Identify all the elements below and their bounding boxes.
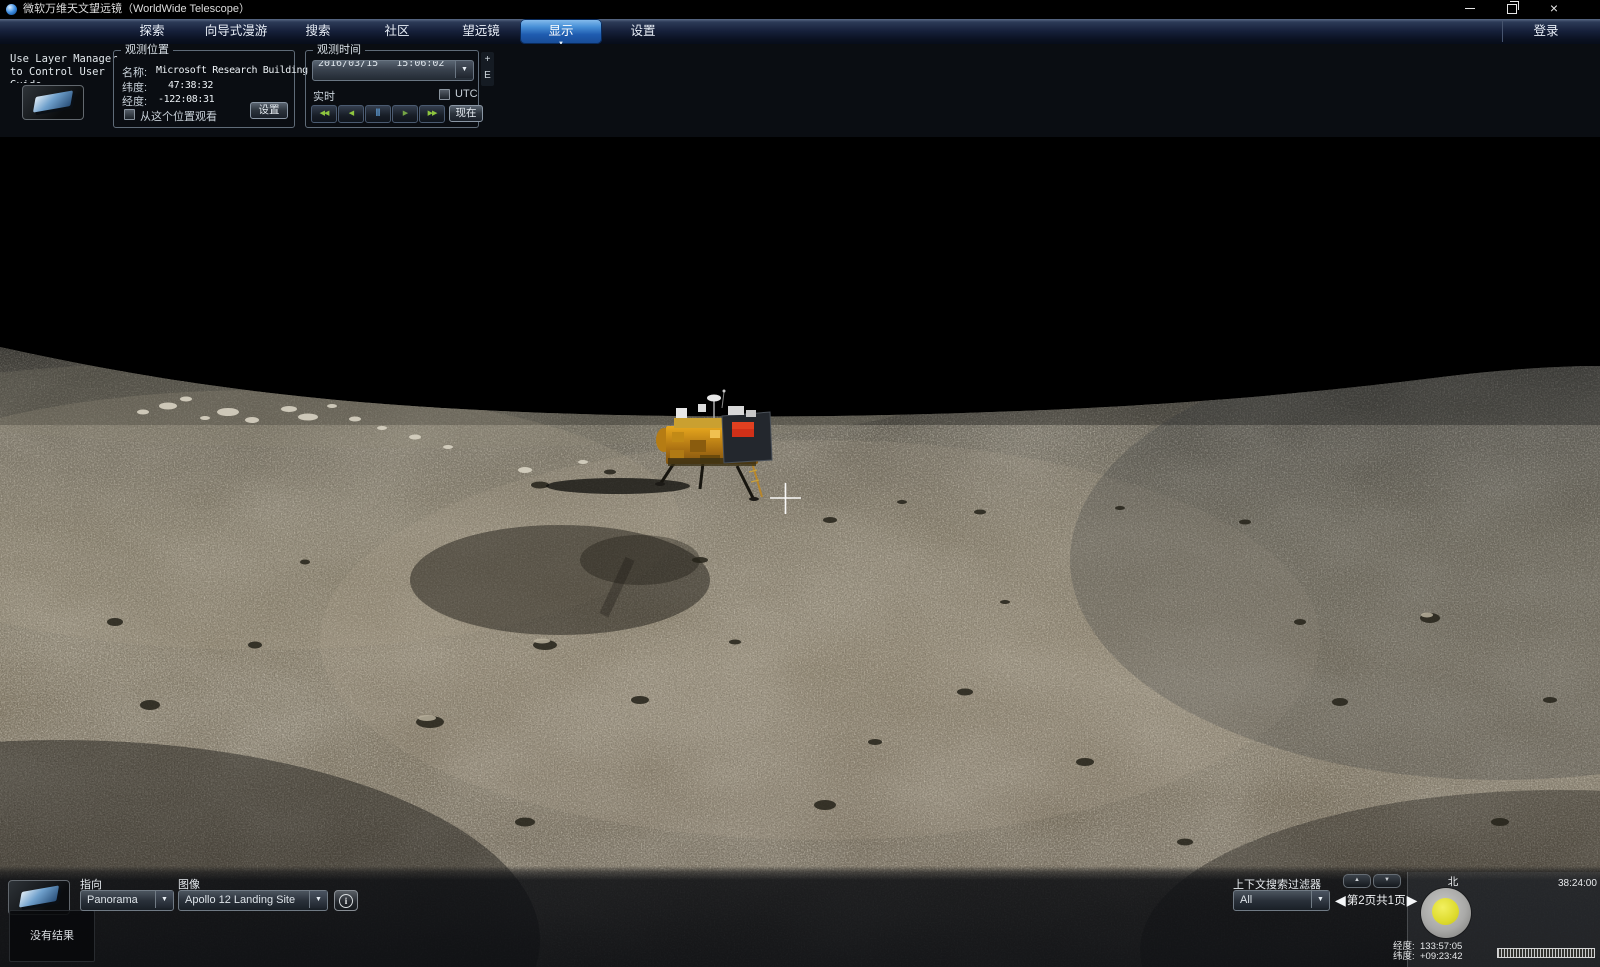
observing-location-title: 观测位置 <box>121 44 173 56</box>
name-label: 名称: <box>122 64 147 80</box>
tab-settings[interactable]: 设置 <box>620 19 666 44</box>
tab-view-label: 显示 <box>548 24 573 38</box>
minimize-button[interactable] <box>1452 0 1488 17</box>
observing-location-group: 观测位置 名称: Microsoft Research Building 纬度:… <box>113 50 295 128</box>
north-label: 北 <box>1444 874 1462 889</box>
cursor-lat-value: +09:23:42 <box>1420 951 1463 962</box>
status-bar: 没有结果 指向 Panorama ▼ 图像 Apollo 12 Landing … <box>0 866 1600 967</box>
latitude-value: 47:38:32 <box>168 80 213 91</box>
next-page-icon[interactable]: ▶ <box>1407 891 1418 909</box>
setup-button[interactable]: 设置 <box>250 102 288 119</box>
compass-indicator <box>1421 888 1471 938</box>
datetime-picker[interactable]: 2016/03/15 15:06:02 ▼ <box>312 60 474 81</box>
no-results-box: 没有结果 <box>9 910 95 962</box>
dropdown-arrow-icon[interactable]: ▼ <box>309 891 327 908</box>
moon-panorama-view[interactable] <box>0 137 1600 967</box>
play-button[interactable]: ▶ <box>392 105 418 123</box>
tab-search[interactable]: 搜索 <box>296 19 340 44</box>
fast-forward-button[interactable]: ▶▶ <box>419 105 445 123</box>
imagery-dropdown[interactable]: Apollo 12 Landing Site ▼ <box>178 890 328 911</box>
compass-core <box>1432 898 1459 925</box>
menu-bar: 探索 向导式漫游 搜索 社区 望远镜 显示 ▼ 设置 登录 <box>0 19 1600 44</box>
tab-guided-tours[interactable]: 向导式漫游 <box>194 19 278 44</box>
longitude-label: 经度: <box>122 93 147 109</box>
location-name-value: Microsoft Research Building <box>156 65 308 76</box>
panel-collapse-tab[interactable]: + E <box>481 52 494 86</box>
pointing-dropdown[interactable]: Panorama ▼ <box>80 890 174 911</box>
map-icon <box>33 90 73 112</box>
restore-icon <box>1507 4 1517 14</box>
dropdown-arrow-icon[interactable]: ▼ <box>455 61 473 78</box>
utc-checkbox[interactable] <box>439 89 450 100</box>
page-indicator: 第2页共1页 <box>1346 892 1407 908</box>
pointing-value: Panorama <box>87 891 138 909</box>
step-back-button[interactable]: ◀ <box>338 105 364 123</box>
datetime-value: 2016/03/15 15:06:02 <box>318 60 444 71</box>
observing-time-title: 观测时间 <box>313 44 365 56</box>
tab-explore[interactable]: 探索 <box>130 19 174 44</box>
observing-time-group: 观测时间 2016/03/15 15:06:02 ▼ 实时 UTC ◀◀ ◀ ‖… <box>305 50 479 128</box>
previous-page-icon[interactable]: ◀ <box>1335 891 1346 909</box>
dropdown-arrow-icon[interactable]: ▼ <box>1311 891 1329 908</box>
collapse-letter: E <box>481 68 494 84</box>
tab-community[interactable]: 社区 <box>374 19 420 44</box>
tab-view-active[interactable]: 显示 ▼ <box>520 19 602 44</box>
location-thumbnail[interactable] <box>22 85 84 120</box>
view-from-location-checkbox[interactable] <box>124 109 135 120</box>
plus-icon: + <box>481 52 494 68</box>
fov-scale-bar <box>1497 948 1595 958</box>
view-ribbon: Use Layer Manager to Control User Guide … <box>0 44 1600 138</box>
login-button[interactable]: 登录 <box>1510 19 1582 44</box>
imagery-value: Apollo 12 Landing Site <box>185 891 295 909</box>
now-button[interactable]: 现在 <box>449 105 483 122</box>
rewind-button[interactable]: ◀◀ <box>311 105 337 123</box>
menu-divider <box>1502 21 1503 42</box>
pause-button[interactable]: ‖ <box>365 105 391 123</box>
view-from-location-label: 从这个位置观看 <box>140 108 217 124</box>
map-icon <box>19 885 59 907</box>
cursor-lat-label: 纬度: <box>1393 952 1420 962</box>
info-button[interactable]: i <box>334 890 358 911</box>
info-icon: i <box>339 894 353 908</box>
title-bar: 微软万维天文望远镜（WorldWide Telescope） × <box>0 0 1600 19</box>
scroll-up-button[interactable]: ▲ <box>1343 874 1371 888</box>
clock-readout: 38:24:00 <box>1558 878 1597 889</box>
restore-button[interactable] <box>1494 0 1530 17</box>
context-filter-value: All <box>1240 891 1252 909</box>
context-filter-dropdown[interactable]: All ▼ <box>1233 890 1330 911</box>
tab-telescope[interactable]: 望远镜 <box>452 19 510 44</box>
realtime-label: 实时 <box>313 88 335 104</box>
app-icon <box>6 4 17 15</box>
close-button[interactable]: × <box>1536 0 1572 17</box>
cursor-coordinates: 经度:133:57:05 纬度:+09:23:42 <box>1393 942 1463 962</box>
window-title: 微软万维天文望远镜（WorldWide Telescope） <box>23 0 250 19</box>
scroll-down-button[interactable]: ▼ <box>1373 874 1401 888</box>
layer-manager-hint: Use Layer Manager to Control User Guide <box>10 53 117 83</box>
longitude-value: -122:08:31 <box>158 94 214 105</box>
utc-label: UTC <box>455 88 478 100</box>
dropdown-arrow-icon[interactable]: ▼ <box>155 891 173 908</box>
pagination: ◀ 第2页共1页 ▶ <box>1335 890 1417 909</box>
minimize-icon <box>1465 8 1475 9</box>
